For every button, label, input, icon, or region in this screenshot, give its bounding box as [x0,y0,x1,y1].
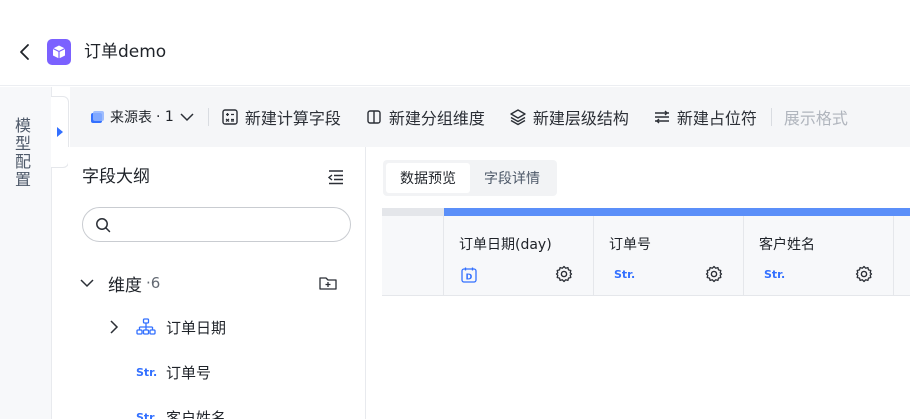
svg-text:D: D [466,273,473,282]
dataset-cube-icon [47,39,71,65]
search-icon [96,217,111,232]
column-name: 订单号 [609,237,651,253]
column-header[interactable]: 订单号 Str. [594,216,744,296]
side-rail: 模型配置 [0,87,52,419]
grid-header-row: 订单日期(day) D 订单号 Str. 客户姓名 Str. [382,216,910,296]
table-source-icon [91,111,104,123]
toolbar-divider [207,108,209,126]
string-type-icon: Str. [614,268,636,281]
new-placeholder-button[interactable]: 新建占位符 [653,105,757,129]
column-header-partial[interactable] [894,216,910,296]
column-name: 客户姓名 [759,237,815,253]
grid-index-bar [382,208,444,216]
layers-icon [510,109,526,126]
gear-icon[interactable] [555,265,573,283]
content-panel: 数据预览 字段详情 订单日期(day) D 订单号 Str. 客户姓名 Str. [367,147,910,419]
list-item[interactable]: Str. 客户姓名 [136,405,226,419]
chevron-right-icon[interactable] [106,320,122,334]
display-format-button[interactable]: 展示格式 [784,105,848,129]
string-type-icon: Str. [136,410,158,419]
field-outline-panel: 字段大纲 维度 ·6 订单日期 Str. 订单号 Str. 客户姓名 [68,147,366,419]
app-header: 订单demo [0,0,910,86]
list-item[interactable]: Str. 订单号 [136,360,211,384]
add-folder-icon[interactable] [318,273,338,293]
hierarchy-icon [136,318,158,336]
gear-icon[interactable] [705,265,723,283]
outline-title: 字段大纲 [82,167,150,187]
row-index-header [382,216,444,296]
chevron-down-icon [180,113,194,122]
gear-icon[interactable] [855,265,873,283]
tab-field-details[interactable]: 字段详情 [470,163,554,193]
new-calc-field-button[interactable]: 新建计算字段 [221,105,341,129]
group-dimension-icon [367,110,381,124]
toolbar: 来源表 · 1 新建计算字段 新建分组维度 新建层级结构 新建占位符 展示格式 [70,87,910,147]
dimension-group-header[interactable]: 维度 ·6 [80,270,354,296]
date-type-icon: D [460,266,478,284]
column-header[interactable]: 订单日期(day) D [444,216,594,296]
new-group-dimension-button[interactable]: 新建分组维度 [365,105,485,129]
calc-field-icon [222,109,238,125]
page-title: 订单demo [84,42,167,62]
dimension-group-count: ·6 [146,274,161,292]
field-search[interactable] [82,207,351,242]
rail-tab-model-config[interactable]: 模型配置 [11,117,33,189]
dimension-group-label: 维度 [108,275,142,296]
view-tabs: 数据预览 字段详情 [383,160,557,196]
toolbar-divider [770,108,772,126]
string-type-icon: Str. [136,365,158,379]
tab-data-preview[interactable]: 数据预览 [386,163,470,193]
back-icon[interactable] [14,40,34,64]
data-preview-grid: 订单日期(day) D 订单号 Str. 客户姓名 Str. [382,208,910,296]
placeholder-icon [654,110,669,124]
field-label: 订单号 [166,363,212,382]
search-input[interactable] [119,216,339,233]
string-type-icon: Str. [764,268,786,281]
grid-column-bar [444,208,910,216]
source-table-count: · 1 [156,109,174,125]
collapse-menu-icon[interactable] [326,167,346,187]
new-hierarchy-button[interactable]: 新建层级结构 [509,105,629,129]
panel-toggle-button[interactable] [51,96,69,168]
caret-right-icon [56,127,63,137]
source-table-label: 来源表 [110,110,152,126]
column-name: 订单日期(day) [459,237,552,253]
source-table-dropdown[interactable]: 来源表 · 1 [88,107,194,127]
column-header[interactable]: 客户姓名 Str. [744,216,894,296]
field-label: 客户姓名 [166,408,227,419]
field-label: 订单日期 [166,318,227,337]
chevron-down-icon[interactable] [80,278,96,288]
list-item[interactable]: 订单日期 [106,315,226,339]
